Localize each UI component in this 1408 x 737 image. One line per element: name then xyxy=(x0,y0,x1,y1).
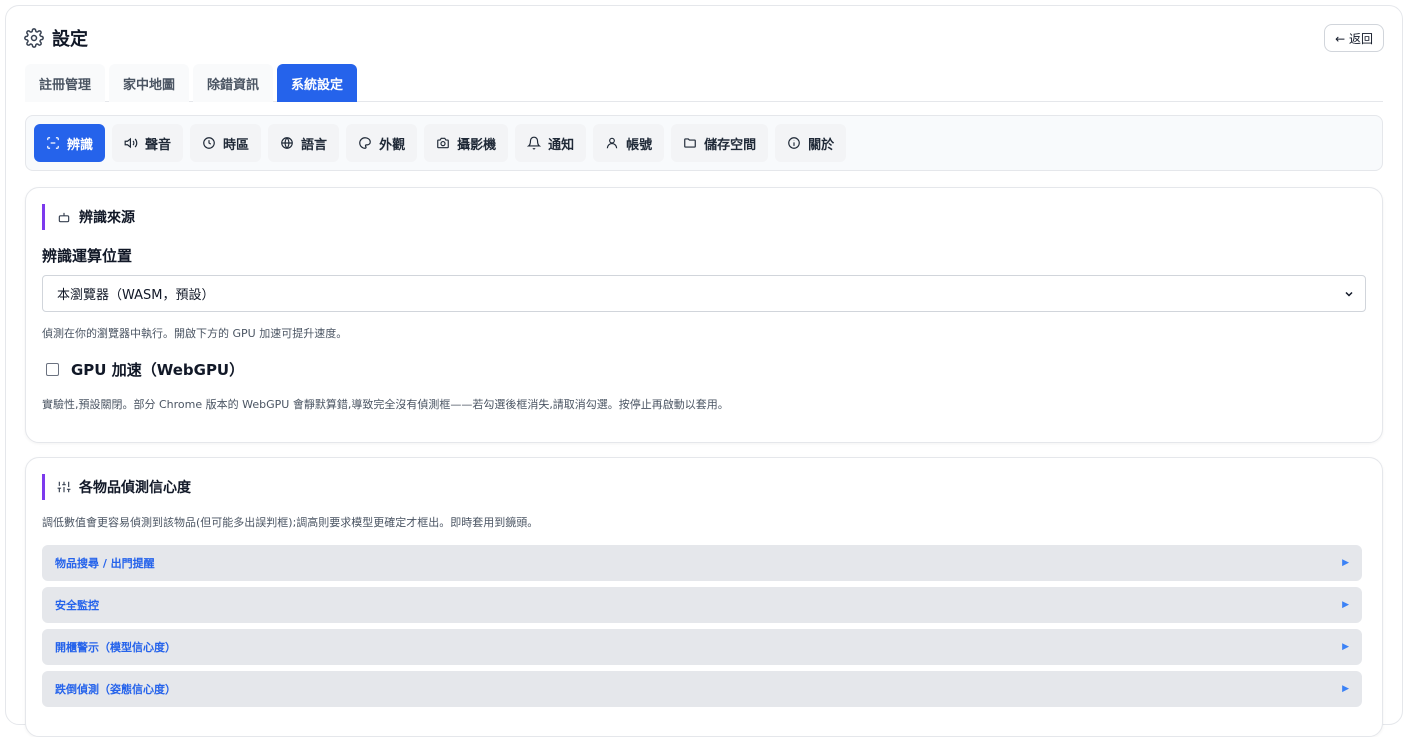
subtab-label: 聲音 xyxy=(145,137,172,153)
subtab-label: 攝影機 xyxy=(457,137,497,153)
tab-registration[interactable]: 註冊管理 xyxy=(25,64,106,102)
accordion-label: 物品搜尋 / 出門提醒 xyxy=(55,557,155,570)
subtab-label: 辨識 xyxy=(67,137,94,153)
section-title: 各物品偵測信心度 xyxy=(79,480,191,496)
subtab-storage[interactable]: 儲存空間 xyxy=(671,124,769,162)
camera-icon xyxy=(437,137,449,149)
subtab-appearance[interactable]: 外觀 xyxy=(346,124,418,162)
bell-icon xyxy=(527,136,542,150)
subtab-label: 儲存空間 xyxy=(704,137,757,153)
subtab-label: 外觀 xyxy=(379,137,406,153)
subtab-timezone[interactable]: 時區 xyxy=(190,124,262,162)
confidence-hint: 調低數值會更容易偵測到該物品(但可能多出誤判框);調高則要求模型更確定才框出。即… xyxy=(42,516,539,529)
section-title: 辨識來源 xyxy=(79,210,135,226)
gpu-acceleration-hint: 實驗性,預設關閉。部分 Chrome 版本的 WebGPU 會靜默算錯,導致完全… xyxy=(42,398,729,411)
sub-tab-bar: 辨識 聲音 時區 語言 外觀 攝影機 通知 帳號 儲存空間 關於 xyxy=(25,115,1383,171)
globe-icon xyxy=(281,137,293,149)
scan-icon xyxy=(47,137,59,149)
subtab-notification[interactable]: 通知 xyxy=(515,124,587,162)
recognition-source-card: 辨識來源 辨識運算位置 本瀏覽器（WASM，預設） 偵測在你的瀏覽器中執行。開啟… xyxy=(25,187,1383,443)
tab-home-map[interactable]: 家中地圖 xyxy=(109,64,190,102)
subtab-label: 通知 xyxy=(548,137,575,153)
page-title-row: 設定 xyxy=(24,24,1384,52)
sliders-icon xyxy=(57,481,71,493)
gpu-acceleration-label[interactable]: GPU 加速（WebGPU） xyxy=(71,359,244,380)
folder-icon xyxy=(684,138,696,148)
confidence-card: 各物品偵測信心度 調低數值會更容易偵測到該物品(但可能多出誤判框);調高則要求模… xyxy=(25,457,1383,737)
main-tab-bar: 註冊管理 家中地圖 除錯資訊 系統設定 xyxy=(25,64,1383,102)
clock-icon xyxy=(203,137,215,149)
robot-icon xyxy=(58,212,70,223)
info-icon xyxy=(788,137,800,149)
subtab-label: 時區 xyxy=(223,137,250,153)
caret-right-icon: ▶ xyxy=(1342,600,1349,610)
accordion-item-search[interactable]: 物品搜尋 / 出門提醒 ▶ xyxy=(42,545,1362,581)
accordion-label: 開櫃警示（模型信心度） xyxy=(55,641,176,654)
subtab-about[interactable]: 關於 xyxy=(775,124,847,162)
tab-debug-info[interactable]: 除錯資訊 xyxy=(193,64,274,102)
caret-right-icon: ▶ xyxy=(1342,558,1349,568)
subtab-label: 帳號 xyxy=(626,137,653,153)
accordion-item-cabinet[interactable]: 開櫃警示（模型信心度） ▶ xyxy=(42,629,1362,665)
compute-location-select[interactable]: 本瀏覽器（WASM，預設） xyxy=(42,275,1366,312)
subtab-camera[interactable]: 攝影機 xyxy=(424,124,509,162)
settings-header: 設定 ← 返回 xyxy=(24,24,1384,56)
section-header: 辨識來源 xyxy=(42,204,135,230)
select-value: 本瀏覽器（WASM，預設） xyxy=(57,288,215,303)
palette-icon xyxy=(359,137,371,149)
subtab-account[interactable]: 帳號 xyxy=(593,124,665,162)
accordion-item-security[interactable]: 安全監控 ▶ xyxy=(42,587,1362,623)
subtab-label: 關於 xyxy=(808,137,835,153)
page-title: 設定 xyxy=(52,29,88,50)
accordion-item-fall[interactable]: 跌倒偵測（姿態信心度） ▶ xyxy=(42,671,1362,707)
subtab-sound[interactable]: 聲音 xyxy=(112,124,184,162)
chevron-down-icon xyxy=(1345,291,1353,297)
caret-right-icon: ▶ xyxy=(1342,642,1349,652)
accordion-label: 跌倒偵測（姿態信心度） xyxy=(55,683,176,696)
subtab-label: 語言 xyxy=(301,137,328,153)
section-header: 各物品偵測信心度 xyxy=(42,474,191,500)
subtab-recognition[interactable]: 辨識 xyxy=(34,124,106,162)
tab-system-settings[interactable]: 系統設定 xyxy=(277,64,358,102)
accordion-label: 安全監控 xyxy=(55,599,99,612)
compute-location-label: 辨識運算位置 xyxy=(42,247,133,265)
speaker-icon xyxy=(124,137,138,149)
user-icon xyxy=(606,137,618,149)
gear-icon xyxy=(24,28,44,48)
back-button[interactable]: ← 返回 xyxy=(1324,24,1384,52)
gpu-acceleration-row: GPU 加速（WebGPU） xyxy=(46,359,244,380)
gpu-acceleration-checkbox[interactable] xyxy=(46,363,59,376)
compute-location-hint: 偵測在你的瀏覽器中執行。開啟下方的 GPU 加速可提升速度。 xyxy=(42,327,348,340)
subtab-language[interactable]: 語言 xyxy=(268,124,340,162)
caret-right-icon: ▶ xyxy=(1342,684,1349,694)
